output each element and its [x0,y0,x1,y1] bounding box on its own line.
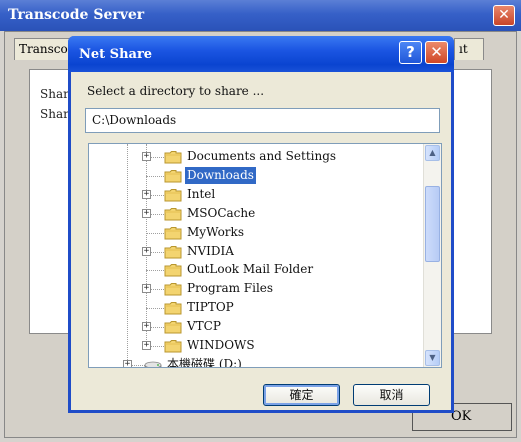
tree-item-label: WINDOWS [187,338,255,352]
scroll-up-button[interactable]: ▲ [425,145,440,161]
tree-item-label: MSOCache [187,205,256,220]
expand-toggle-icon[interactable]: + [142,341,151,350]
cancel-button[interactable]: 取消 [353,384,430,406]
tree-item-label: Downloads [185,166,256,184]
tree-item[interactable]: + 本機磁碟 (D:) [89,356,424,368]
bg-window-title: Transcode Server [8,7,145,23]
bg-tab-transcode[interactable]: Transco [14,38,72,60]
tree-item[interactable]: MyWorks [89,224,424,242]
help-button[interactable]: ? [399,41,422,64]
dialog-title-bar[interactable]: Net Share ? ✕ [68,36,454,72]
path-field[interactable]: C:\Downloads [85,108,440,133]
tree-item-label: Program Files [187,281,274,296]
folder-icon [164,262,182,277]
tree-item[interactable]: + VTCP [89,318,424,336]
tree-connector [146,175,164,177]
tree-item-label: VTCP [187,319,221,334]
folder-icon [164,338,182,353]
tree-item-label: OutLook Mail Folder [187,262,314,277]
tree-connector [146,270,164,272]
folder-icon [164,225,182,240]
folder-icon [164,206,182,221]
tree-item[interactable]: TIPTOP [89,299,424,317]
expand-toggle-icon[interactable]: + [142,189,151,199]
tree-item[interactable]: + Documents and Settings [89,148,424,166]
expand-toggle-icon[interactable]: + [142,322,151,332]
net-share-dialog: Net Share ? ✕ Select a directory to shar… [68,36,454,413]
tree-item[interactable]: Downloads [89,166,424,185]
tree-item[interactable]: + NVIDIA [89,243,424,261]
tree-scrollbar[interactable]: ▲ ▼ [423,144,441,367]
scroll-thumb[interactable] [425,186,440,262]
directory-prompt: Select a directory to share ... [87,84,265,98]
folder-icon [164,168,182,183]
drive-icon [144,357,162,367]
expand-toggle-icon[interactable]: + [123,359,132,367]
tree-item[interactable]: + WINDOWS [89,337,424,355]
bg-title-bar[interactable]: Transcode Server ✕ [0,0,521,31]
tree-item[interactable]: + Program Files [89,280,424,298]
scroll-down-button[interactable]: ▼ [425,350,440,366]
expand-toggle-icon[interactable]: + [142,284,151,294]
tree-item-label: NVIDIA [187,243,234,258]
folder-icon [164,281,182,296]
tree-item[interactable]: OutLook Mail Folder [89,261,424,279]
folder-icon [164,149,182,164]
expand-toggle-icon[interactable]: + [142,246,151,256]
tree-item-label: Documents and Settings [187,149,337,163]
tree-connector [146,308,164,310]
tree-item-label: MyWorks [187,224,244,239]
dialog-close-button[interactable]: ✕ [425,41,448,64]
folder-icon [164,187,182,202]
expand-toggle-icon[interactable]: + [142,208,151,218]
dialog-title: Net Share [79,47,153,62]
bg-close-button[interactable]: ✕ [493,5,515,26]
tree-item-label: Intel [187,186,216,201]
bg-tab-right[interactable]: ıt [454,38,484,60]
tree-item[interactable]: + MSOCache [89,205,424,223]
tree-item-label: 本機磁碟 (D:) [167,356,242,368]
tree-item-label: TIPTOP [187,300,234,315]
folder-tree[interactable]: + Documents and Settings Downloads + Intel + M… [88,143,442,368]
folder-icon [164,300,182,315]
tree-connector [146,232,164,234]
tree-item[interactable]: + Intel [89,186,424,204]
ok-button[interactable]: 確定 [263,384,340,406]
expand-toggle-icon[interactable]: + [142,152,151,161]
folder-icon [164,319,182,334]
folder-icon [164,244,182,258]
